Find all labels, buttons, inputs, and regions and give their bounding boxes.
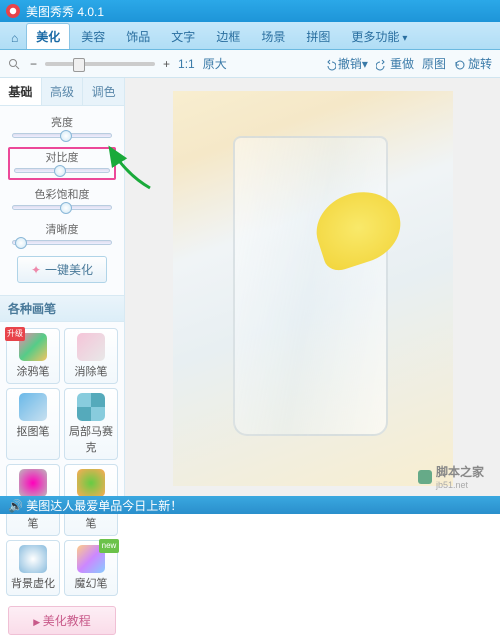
main-tabs: ⌂ 美化 美容 饰品 文字 边框 场景 拼图 更多功能 (0, 22, 500, 50)
contrast-slider[interactable] (14, 168, 110, 173)
brush-doodle[interactable]: 升级涂鸦笔 (6, 328, 60, 384)
brush-mosaic[interactable]: 局部马赛克 (64, 388, 118, 460)
tutorial-button[interactable]: 美化教程 (8, 606, 116, 635)
title-bar: 美图秀秀 4.0.1 (0, 0, 500, 22)
sub-tabs: 基础 高级 调色 (0, 78, 124, 106)
blur-bg-icon (19, 545, 47, 573)
main-area: 基础 高级 调色 亮度 对比度 色彩饱和度 清晰度 一键美化 各种画笔 (0, 78, 500, 498)
saturation-row: 色彩饱和度 (8, 184, 116, 215)
zoom-in[interactable]: + (163, 57, 170, 71)
toolbar: − + 1:1 原大 撤销▾ 重做 原图 旋转 (0, 50, 500, 78)
rotate-button[interactable]: 旋转 (454, 55, 492, 72)
undo-button[interactable]: 撤销▾ (324, 55, 368, 72)
brightness-row: 亮度 (8, 112, 116, 143)
canvas-area[interactable] (125, 78, 500, 498)
tab-beauty[interactable]: 美容 (71, 23, 115, 49)
brush-blur-bg[interactable]: 背景虚化 (6, 540, 60, 596)
recolor-pen-icon (77, 469, 105, 497)
color-pen-icon (19, 469, 47, 497)
brush-section-header: 各种画笔 (0, 295, 124, 322)
sharpness-row: 清晰度 (8, 219, 116, 250)
sidebar: 基础 高级 调色 亮度 对比度 色彩饱和度 清晰度 一键美化 各种画笔 (0, 78, 125, 498)
contrast-label: 对比度 (12, 149, 112, 165)
brightness-slider[interactable] (12, 133, 112, 138)
subtab-color[interactable]: 调色 (83, 78, 124, 105)
subtab-basic[interactable]: 基础 (0, 78, 42, 105)
photo-lemon (307, 181, 409, 274)
saturation-slider[interactable] (12, 205, 112, 210)
photo-glass (233, 136, 388, 436)
restore-button[interactable]: 原图 (422, 55, 446, 72)
saturation-label: 色彩饱和度 (10, 186, 114, 202)
watermark-icon (418, 470, 432, 484)
status-text: 美图达人最爱单品今日上新！ (26, 499, 182, 513)
edited-photo (173, 91, 453, 486)
tab-collage[interactable]: 拼图 (296, 23, 340, 49)
zoom-slider[interactable] (45, 62, 155, 66)
brush-magic[interactable]: new魔幻笔 (64, 540, 118, 596)
sharpness-label: 清晰度 (10, 221, 114, 237)
redo-button[interactable]: 重做 (376, 55, 414, 72)
zoom-out[interactable]: − (30, 57, 37, 71)
redo-icon (376, 59, 388, 71)
mosaic-icon (77, 393, 105, 421)
tab-accessories[interactable]: 饰品 (116, 23, 160, 49)
eraser-icon (77, 333, 105, 361)
magnifier-icon (8, 58, 20, 70)
tab-border[interactable]: 边框 (206, 23, 250, 49)
watermark: 脚本之家 jb51.net (418, 463, 484, 490)
subtab-advanced[interactable]: 高级 (42, 78, 84, 105)
speaker-icon: 🔊 (8, 499, 23, 513)
tab-scene[interactable]: 场景 (251, 23, 295, 49)
zoom-original[interactable]: 原大 (203, 55, 227, 72)
cutout-pen-icon (19, 393, 47, 421)
undo-icon (324, 59, 336, 71)
app-icon (6, 4, 20, 18)
app-title: 美图秀秀 4.0.1 (26, 3, 104, 20)
brush-grid: 升级涂鸦笔 消除笔 抠图笔 局部马赛克 局部彩色笔 局部变色笔 背景虚化 new… (0, 322, 124, 602)
sharpness-slider[interactable] (12, 240, 112, 245)
zoom-ratio[interactable]: 1:1 (178, 57, 195, 71)
tab-home[interactable]: ⌂ (4, 26, 25, 49)
one-key-beautify-button[interactable]: 一键美化 (17, 256, 107, 283)
brush-eraser[interactable]: 消除笔 (64, 328, 118, 384)
tab-beautify[interactable]: 美化 (26, 23, 70, 49)
brush-cutout[interactable]: 抠图笔 (6, 388, 60, 460)
brightness-label: 亮度 (10, 114, 114, 130)
rotate-icon (454, 59, 466, 71)
status-bar: 🔊 美图达人最爱单品今日上新！ (0, 496, 500, 514)
tab-text[interactable]: 文字 (161, 23, 205, 49)
contrast-row: 对比度 (8, 147, 116, 180)
tab-more[interactable]: 更多功能 (341, 23, 417, 49)
sliders-panel: 亮度 对比度 色彩饱和度 清晰度 一键美化 (0, 106, 124, 295)
